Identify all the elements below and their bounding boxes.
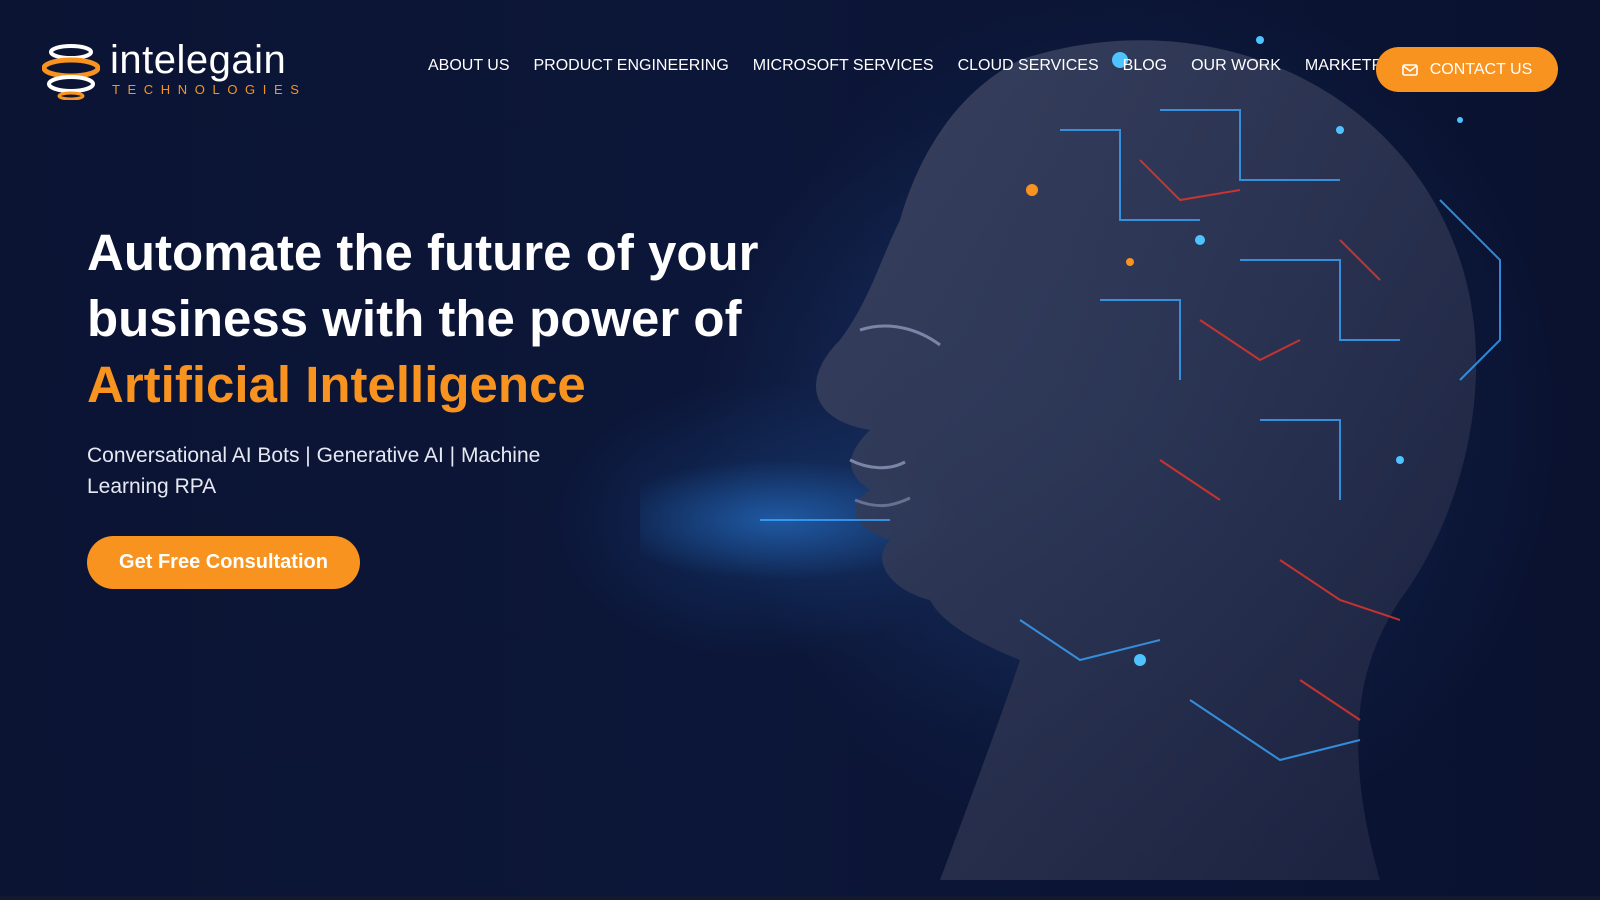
hero-headline-line2: business with the power of bbox=[87, 290, 742, 347]
contact-us-button[interactable]: CONTACT US bbox=[1376, 47, 1558, 92]
main-navigation: ABOUT US PRODUCT ENGINEERING MICROSOFT S… bbox=[416, 56, 1436, 76]
hero-headline-accent: Artificial Intelligence bbox=[87, 356, 586, 413]
hero-subtext: Conversational AI Bots | Generative AI |… bbox=[87, 444, 541, 498]
nav-item-product-engineering[interactable]: PRODUCT ENGINEERING bbox=[522, 56, 741, 76]
ai-robot-head-illustration bbox=[640, 0, 1560, 880]
contact-us-label: CONTACT US bbox=[1429, 60, 1533, 78]
mail-icon bbox=[1401, 63, 1418, 76]
hero-headline: Automate the future of your business wit… bbox=[87, 220, 807, 418]
brand-logo[interactable]: intelegain TECHNOLOGIES bbox=[42, 38, 312, 102]
hero-headline-line1: Automate the future of your bbox=[87, 224, 759, 281]
brand-name: intelegain bbox=[110, 38, 287, 82]
nav-item-our-work[interactable]: OUR WORK bbox=[1179, 56, 1293, 76]
globe-logo-icon bbox=[42, 44, 100, 100]
nav-item-cloud-services[interactable]: CLOUD SERVICES bbox=[946, 56, 1111, 76]
nav-item-about-us[interactable]: ABOUT US bbox=[416, 56, 522, 76]
page-bottom-border bbox=[0, 896, 1600, 900]
brand-tagline: TECHNOLOGIES bbox=[112, 82, 307, 97]
nav-item-microsoft-services[interactable]: MICROSOFT SERVICES bbox=[741, 56, 946, 76]
nav-item-blog[interactable]: BLOG bbox=[1111, 56, 1179, 76]
get-free-consultation-button[interactable]: Get Free Consultation bbox=[87, 536, 360, 589]
